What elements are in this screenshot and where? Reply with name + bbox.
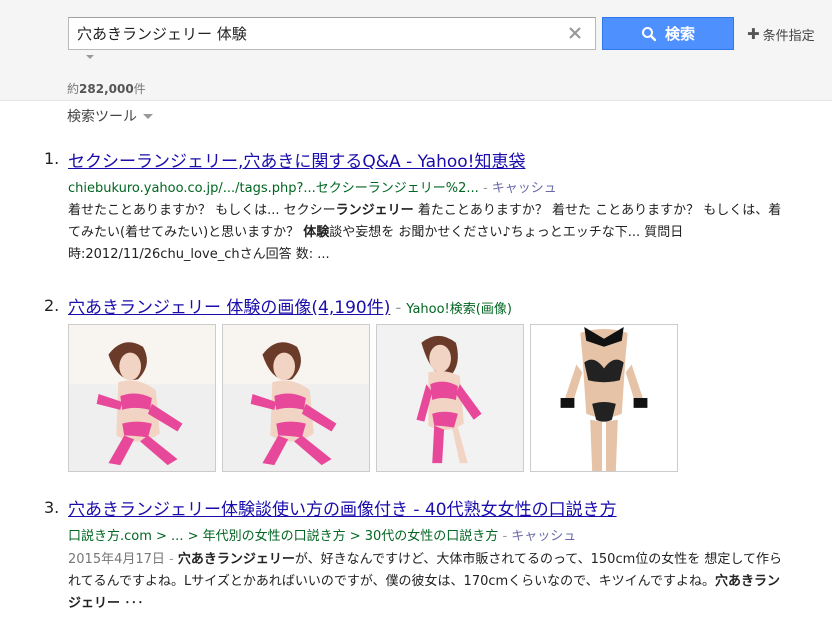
conditions-link[interactable]: ✚ 条件指定	[747, 25, 815, 45]
thumbnail-image	[531, 325, 677, 471]
search-tools-label: 検索ツール	[67, 109, 137, 125]
thumbnail-image	[377, 325, 523, 471]
conditions-label: 条件指定	[762, 29, 815, 44]
result-count: 約282,000件	[67, 80, 146, 97]
date-separator: -	[164, 552, 178, 567]
result-title-link[interactable]: セクシーランジェリー,穴あきに関するQ&A - Yahoo!知恵袋	[68, 147, 525, 172]
result-count-suffix: 件	[133, 82, 146, 96]
image-result-title-link[interactable]: 穴あきランジェリー 体験の画像(4,190件)	[68, 298, 390, 318]
result-snippet: 着せたことありますか？ もしくは... セクシーランジェリー 着たことありますか…	[68, 200, 788, 266]
snippet-segment: ･･･	[120, 596, 144, 611]
result-number: 3.	[44, 498, 60, 517]
highlighted-term: 体験	[303, 225, 330, 240]
search-input[interactable]	[77, 18, 557, 49]
result-date: 2015年4月17日	[68, 552, 165, 567]
search-icon	[641, 26, 657, 41]
result-url: 口説き方.com > ... > 年代別の女性の口説き方 > 30代の女性の口説…	[68, 529, 499, 544]
result-url: chiebukuro.yahoo.co.jp/.../tags.php?...セ…	[68, 181, 479, 196]
result-number: 2.	[44, 296, 60, 315]
image-result-title-line: 穴あきランジェリー 体験の画像(4,190件) - Yahoo!検索(画像)	[68, 293, 512, 318]
result-url-line: 口説き方.com > ... > 年代別の女性の口説き方 > 30代の女性の口説…	[68, 525, 576, 544]
search-button-label: 検索	[664, 25, 695, 43]
highlighted-term: 穴あきランジェリー	[177, 552, 295, 567]
chevron-down-icon	[143, 113, 153, 119]
cache-link[interactable]: キャッシュ	[492, 181, 557, 196]
result-url-line: chiebukuro.yahoo.co.jp/.../tags.php?...セ…	[68, 177, 557, 196]
search-tools-toggle[interactable]: 検索ツール	[67, 106, 153, 126]
result-snippet: 2015年4月17日 - 穴あきランジェリーが、好きなんですけど、大体市販されて…	[68, 549, 788, 615]
clear-icon[interactable]	[565, 23, 585, 43]
thumbnail-image	[69, 325, 215, 471]
search-button[interactable]: 検索	[602, 17, 734, 50]
url-separator: -	[502, 529, 512, 544]
image-source: Yahoo!検索(画像)	[406, 302, 512, 317]
snippet-segment: 着せたことありますか？ もしくは... セクシー	[68, 203, 336, 218]
result-count-number: 282,000	[79, 82, 134, 96]
search-box[interactable]	[68, 17, 596, 50]
cache-link[interactable]: キャッシュ	[511, 529, 576, 544]
result-number: 1.	[44, 149, 60, 168]
image-thumbnail-1[interactable]	[68, 324, 216, 472]
image-thumbnail-2[interactable]	[222, 324, 370, 472]
source-separator: -	[395, 298, 407, 317]
image-thumbnails	[68, 324, 678, 472]
result-title-link[interactable]: 穴あきランジェリー体験談使い方の画像付き - 40代熟女女性の口説き方	[68, 495, 617, 520]
thumbnail-image	[223, 325, 369, 471]
url-separator: -	[482, 181, 492, 196]
search-header: 検索 ✚ 条件指定 約282,000件	[0, 0, 832, 101]
plus-icon: ✚	[747, 25, 760, 43]
result-count-prefix: 約	[67, 82, 80, 96]
history-dropdown-icon[interactable]	[86, 55, 94, 59]
highlighted-term: ランジェリー	[335, 203, 414, 218]
image-thumbnail-4[interactable]	[530, 324, 678, 472]
image-thumbnail-3[interactable]	[376, 324, 524, 472]
